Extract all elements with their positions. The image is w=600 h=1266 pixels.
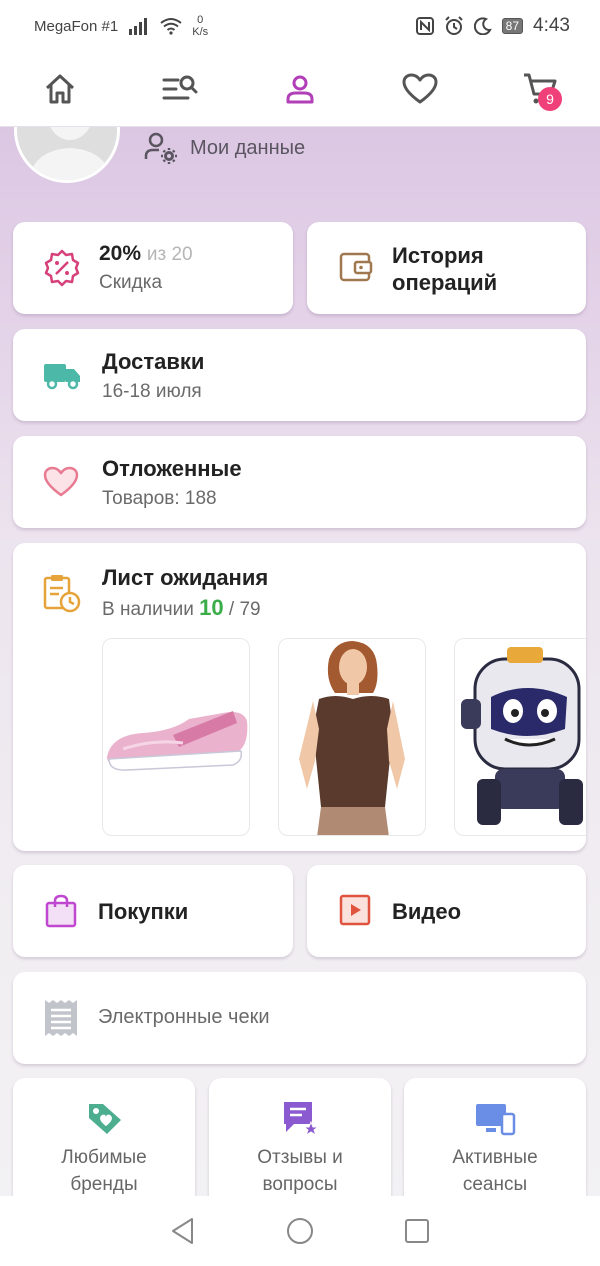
- favorite-brands-line2: бренды: [70, 1174, 138, 1195]
- discount-badge-icon: [44, 249, 80, 287]
- heart-icon: [402, 73, 438, 104]
- nfc-icon: [415, 17, 434, 35]
- avatar-placeholder-icon: [17, 127, 117, 180]
- shopping-bag-icon: [45, 894, 77, 928]
- waitlist-item-robot[interactable]: [454, 638, 586, 836]
- waitlist-total: / 79: [228, 599, 261, 620]
- purchases-card[interactable]: Покупки: [13, 865, 293, 957]
- favorite-brands-line1: Любимые: [61, 1147, 147, 1168]
- discount-of-text: из 20: [146, 244, 193, 265]
- profile-content: Мои данные 20% из 20 Скидка История опер…: [0, 127, 600, 1196]
- my-data-link[interactable]: Мои данные: [144, 131, 305, 165]
- reviews-line1: Отзывы и: [257, 1147, 343, 1168]
- battery-indicator: 87: [501, 18, 524, 34]
- carrier-name: MegaFon #1: [34, 17, 119, 35]
- wallet-icon: [339, 252, 373, 282]
- catalog-search-button[interactable]: [150, 59, 210, 119]
- receipts-label: Электронные чеки: [98, 1006, 270, 1028]
- pink-shoe-image: [107, 711, 248, 771]
- purchases-label: Покупки: [98, 899, 189, 924]
- video-card[interactable]: Видео: [307, 865, 586, 957]
- deliveries-title: Доставки: [102, 349, 205, 374]
- video-label: Видео: [392, 899, 462, 924]
- receipts-card[interactable]: Электронные чеки: [13, 972, 586, 1064]
- video-play-icon: [339, 894, 371, 926]
- favorites-count: Товаров: 188: [102, 488, 217, 509]
- home-circle-icon[interactable]: [286, 1217, 314, 1245]
- catalog-search-icon: [162, 75, 198, 100]
- active-sessions-line1: Активные: [452, 1147, 538, 1168]
- delivery-truck-icon: [44, 364, 80, 390]
- favorites-title: Отложенные: [102, 456, 242, 481]
- receipt-icon: [45, 1000, 77, 1036]
- status-bar: MegaFon #1 0 K/s 87 4:43: [0, 0, 600, 52]
- review-star-icon: [284, 1102, 320, 1137]
- robot-toy-image: [461, 647, 583, 825]
- avatar[interactable]: [14, 127, 120, 183]
- signal-icon: [129, 18, 148, 35]
- moon-icon: [473, 17, 492, 35]
- favorite-brands-card[interactable]: Любимые бренды: [13, 1078, 195, 1196]
- discount-label: Скидка: [99, 272, 163, 293]
- top-navigation: 9: [0, 52, 600, 127]
- home-button[interactable]: [30, 59, 90, 119]
- deliveries-date: 16-18 июля: [102, 381, 202, 402]
- my-data-label: Мои данные: [190, 136, 306, 159]
- waitlist-available-count: 10: [199, 595, 224, 620]
- alarm-icon: [444, 16, 463, 35]
- history-label-line2: операций: [392, 270, 498, 295]
- favorites-card[interactable]: Отложенные Товаров: 188: [13, 436, 586, 528]
- recents-square-icon[interactable]: [404, 1218, 430, 1244]
- brown-blouse-image: [299, 641, 405, 835]
- back-triangle-icon[interactable]: [170, 1217, 196, 1245]
- waitlist-title: Лист ожидания: [102, 565, 269, 590]
- profile-button[interactable]: [270, 59, 330, 119]
- history-card[interactable]: История операций: [307, 222, 586, 314]
- user-settings-icon: [144, 132, 177, 164]
- discount-percent: 20%: [99, 242, 142, 265]
- discount-card[interactable]: 20% из 20 Скидка: [13, 222, 293, 314]
- favorites-button[interactable]: [390, 59, 450, 119]
- clipboard-clock-icon: [43, 575, 81, 613]
- reviews-questions-card[interactable]: Отзывы и вопросы: [209, 1078, 391, 1196]
- clock: 4:43: [533, 15, 570, 36]
- reviews-line2: вопросы: [262, 1174, 338, 1195]
- devices-icon: [476, 1104, 516, 1136]
- tag-heart-icon: [89, 1104, 121, 1134]
- heart-outline-icon: [43, 466, 79, 497]
- network-speed: 0 K/s: [192, 14, 209, 38]
- wifi-icon: [160, 18, 182, 35]
- active-sessions-card[interactable]: Активные сеансы: [404, 1078, 586, 1196]
- waitlist-item-blouse[interactable]: [278, 638, 426, 836]
- waitlist-available-prefix: В наличии: [102, 599, 194, 620]
- active-sessions-line2: сеансы: [462, 1174, 528, 1195]
- deliveries-card[interactable]: Доставки 16-18 июля: [13, 329, 586, 421]
- profile-icon: [286, 75, 314, 104]
- history-label-line1: История: [392, 243, 484, 268]
- waitlist-item-shoe[interactable]: [102, 638, 250, 836]
- waitlist-card[interactable]: Лист ожидания В наличии 10 / 79: [13, 543, 586, 851]
- cart-count-badge: 9: [538, 87, 562, 111]
- home-icon: [45, 74, 75, 104]
- system-navigation-bar: [0, 1196, 600, 1266]
- cart-button[interactable]: 9: [510, 59, 570, 119]
